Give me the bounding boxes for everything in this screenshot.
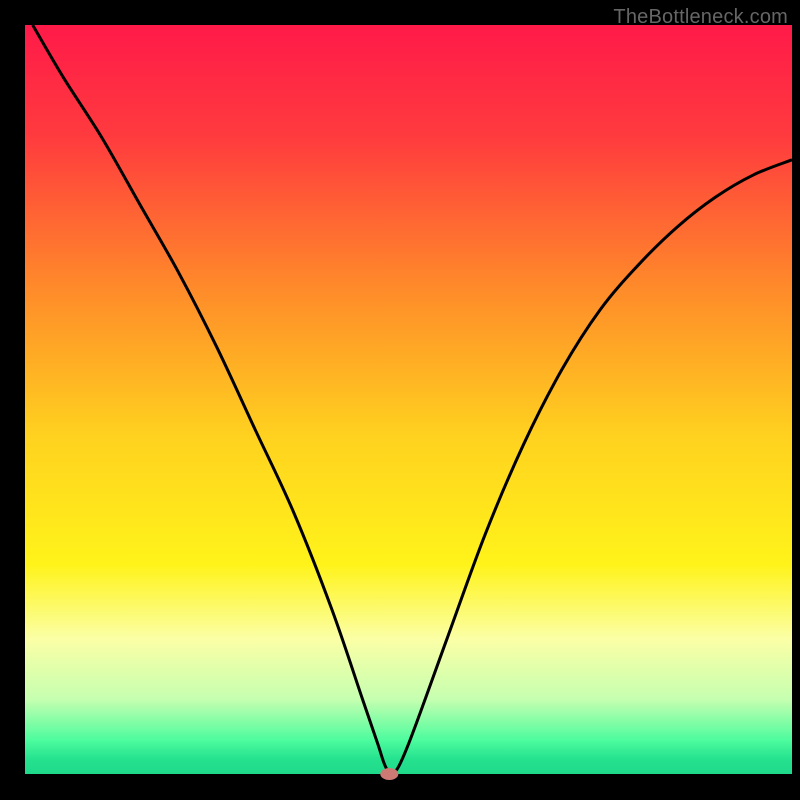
chart-frame: TheBottleneck.com: [0, 0, 800, 800]
plot-background: [25, 25, 792, 774]
watermark-text: TheBottleneck.com: [613, 6, 788, 29]
optimum-marker: [380, 768, 398, 780]
chart-svg: [0, 0, 800, 800]
